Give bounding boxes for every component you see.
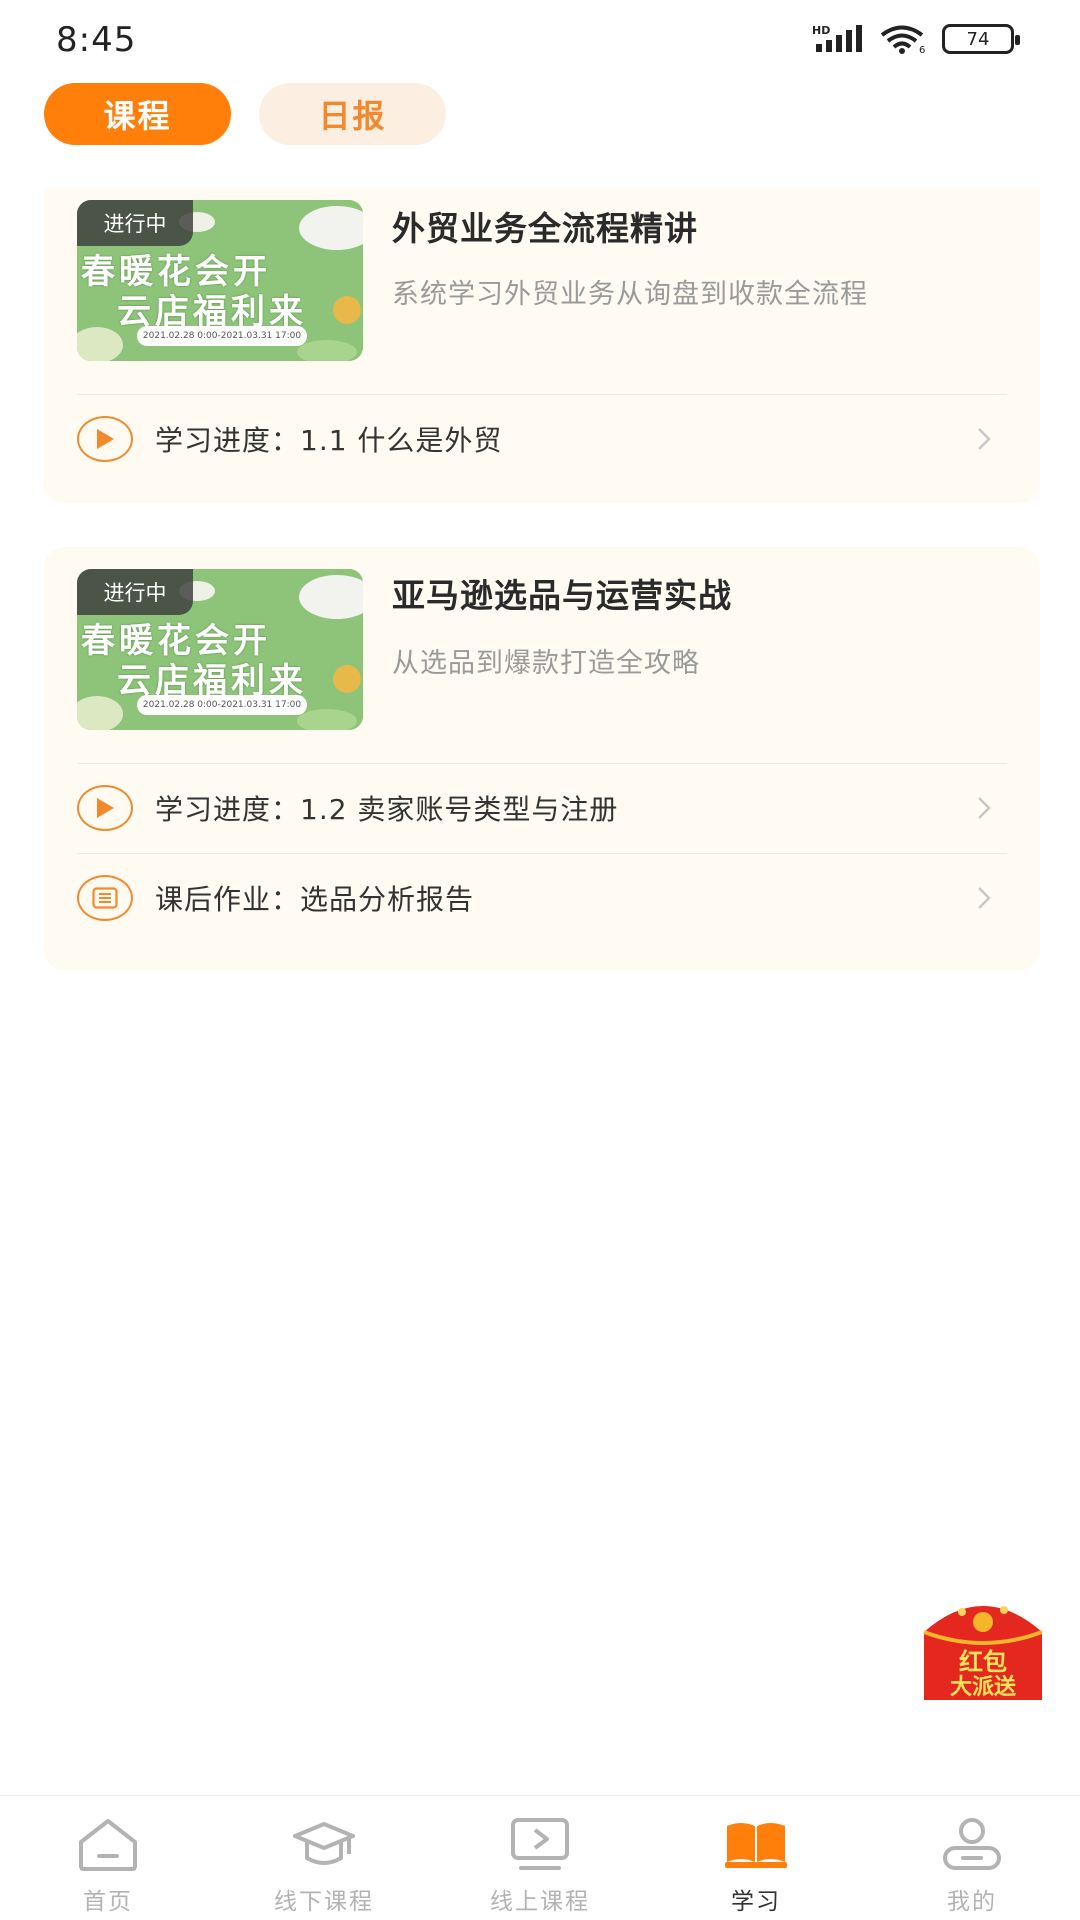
progress-row[interactable]: 学习进度：1.1 什么是外贸: [77, 395, 1007, 483]
course-description: 从选品到爆款打造全攻略: [392, 648, 700, 679]
progress-label: 学习进度：1.2 卖家账号类型与注册: [155, 793, 619, 826]
battery-indicator: 74: [942, 24, 1020, 54]
status-bar: 8:45 HD 6 74: [0, 0, 1080, 80]
nav-label: 我的: [947, 1889, 997, 1915]
nav-label: 线下课程: [274, 1889, 374, 1915]
video-play-icon: [511, 1818, 569, 1870]
nav-item-mine[interactable]: 我的: [864, 1796, 1080, 1920]
nav-item-offline-course[interactable]: 线下课程: [216, 1796, 432, 1920]
user-icon: [943, 1818, 1001, 1870]
wifi-icon: 6: [880, 25, 925, 54]
course-thumbnail: 春暖花会开 云店福利来 2021.02.28 0:00-2021.03.31 1…: [77, 200, 363, 361]
red-packet-icon: 红包 大派送: [923, 1606, 1043, 1700]
play-icon: [77, 785, 133, 831]
nav-label: 首页: [83, 1889, 133, 1915]
svg-text:大派送: 大派送: [950, 1674, 1016, 1700]
svg-text:6: 6: [919, 45, 925, 54]
course-card[interactable]: 春暖花会开 云店福利来 2021.02.28 0:00-2021.03.31 1…: [44, 188, 1040, 503]
tab-daily-report[interactable]: 日报: [259, 83, 446, 145]
home-icon: [79, 1819, 137, 1871]
homework-row[interactable]: 课后作业：选品分析报告: [77, 854, 1007, 942]
nav-label: 学习: [731, 1889, 781, 1915]
course-card[interactable]: 春暖花会开 云店福利来 2021.02.28 0:00-2021.03.31 1…: [44, 547, 1040, 970]
bottom-nav: 首页 线下课程 线上课程 学习 我的: [0, 1795, 1080, 1920]
status-badge: 进行中: [77, 200, 193, 246]
course-thumbnail: 春暖花会开 云店福利来 2021.02.28 0:00-2021.03.31 1…: [77, 569, 363, 730]
nav-label: 线上课程: [490, 1889, 590, 1915]
svg-text:红包: 红包: [959, 1648, 1007, 1676]
battery-level: 74: [966, 28, 990, 50]
progress-row[interactable]: 学习进度：1.2 卖家账号类型与注册: [77, 764, 1007, 852]
signal-icon: HD: [812, 24, 862, 52]
nav-item-home[interactable]: 首页: [0, 1796, 216, 1920]
course-description: 系统学习外贸业务从询盘到收款全流程: [392, 279, 868, 310]
tab-course[interactable]: 课程: [44, 83, 231, 145]
document-icon: [77, 875, 133, 921]
nav-item-online-course[interactable]: 线上课程: [432, 1796, 648, 1920]
progress-label: 学习进度：1.1 什么是外贸: [155, 424, 503, 457]
status-icons: HD 6 74: [812, 24, 1020, 54]
chevron-right-icon: [978, 428, 991, 450]
red-packet-button[interactable]: 红包 大派送: [922, 1592, 1044, 1700]
book-icon: [725, 1823, 787, 1868]
svg-text:HD: HD: [812, 24, 830, 37]
homework-label: 课后作业：选品分析报告: [155, 883, 475, 916]
top-tabs: 课程 日报: [44, 83, 446, 145]
thumbnail-date: 2021.02.28 0:00-2021.03.31 17:00: [137, 326, 307, 346]
status-time: 8:45: [56, 20, 137, 60]
graduation-cap-icon: [293, 1822, 355, 1865]
thumbnail-date: 2021.02.28 0:00-2021.03.31 17:00: [137, 695, 307, 715]
nav-item-study[interactable]: 学习: [648, 1796, 864, 1920]
chevron-right-icon: [978, 797, 991, 819]
play-icon: [77, 416, 133, 462]
course-title: 亚马逊选品与运营实战: [392, 576, 732, 615]
status-badge: 进行中: [77, 569, 193, 615]
course-title: 外贸业务全流程精讲: [392, 209, 698, 248]
chevron-right-icon: [978, 887, 991, 909]
